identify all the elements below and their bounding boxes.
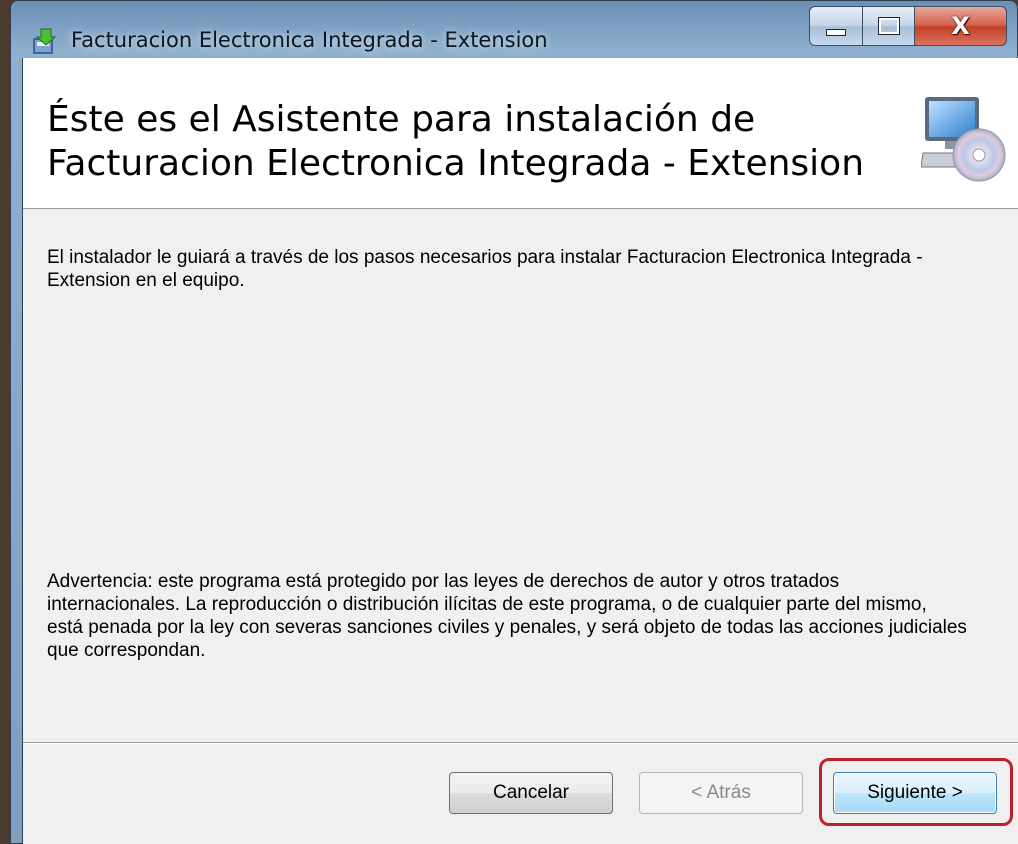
cancel-button[interactable]: Cancelar	[449, 772, 613, 814]
minimize-button[interactable]	[809, 6, 863, 46]
computer-cd-icon	[921, 97, 1006, 182]
window-title: Facturacion Electronica Integrada - Exte…	[71, 28, 548, 52]
copyright-warning: Advertencia: este programa está protegid…	[47, 571, 967, 661]
footer-divider	[23, 742, 1018, 744]
wizard-banner: Éste es el Asistente para instalación de…	[23, 58, 1018, 209]
dialog-client-area: Éste es el Asistente para instalación de…	[22, 58, 1018, 844]
back-button[interactable]: < Atrás	[639, 772, 803, 814]
installer-icon	[33, 28, 57, 54]
close-button[interactable]: X	[915, 6, 1007, 46]
intro-text: El instalador le guiará a través de los …	[47, 247, 923, 291]
close-icon: X	[951, 12, 970, 40]
maximize-icon	[878, 18, 899, 34]
wizard-heading: Éste es el Asistente para instalación de…	[47, 99, 865, 184]
minimize-icon	[826, 28, 846, 36]
next-button[interactable]: Siguiente >	[833, 772, 997, 814]
maximize-button[interactable]	[863, 6, 915, 46]
caption-buttons: X	[809, 6, 1007, 48]
